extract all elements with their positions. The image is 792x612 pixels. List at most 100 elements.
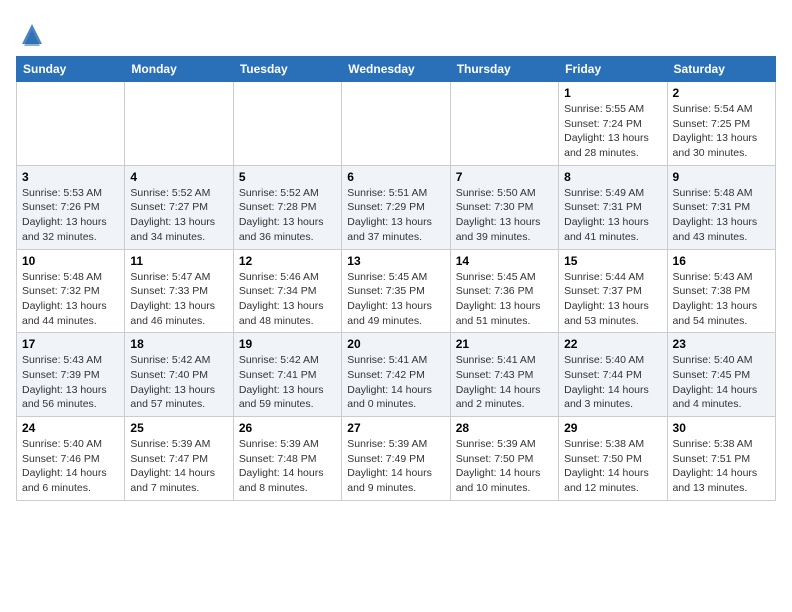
day-number: 29 — [564, 421, 661, 435]
calendar-cell: 22 Sunrise: 5:40 AMSunset: 7:44 PMDayligh… — [559, 333, 667, 417]
day-info: Sunrise: 5:48 AMSunset: 7:31 PMDaylight:… — [673, 186, 770, 245]
calendar-cell: 4 Sunrise: 5:52 AMSunset: 7:27 PMDaylight… — [125, 165, 233, 249]
day-info: Sunrise: 5:43 AMSunset: 7:39 PMDaylight:… — [22, 353, 119, 412]
day-number: 7 — [456, 170, 553, 184]
day-number: 28 — [456, 421, 553, 435]
day-number: 2 — [673, 86, 770, 100]
day-number: 27 — [347, 421, 444, 435]
day-header-wednesday: Wednesday — [342, 57, 450, 82]
day-number: 22 — [564, 337, 661, 351]
day-number: 30 — [673, 421, 770, 435]
day-header-sunday: Sunday — [17, 57, 125, 82]
day-number: 25 — [130, 421, 227, 435]
calendar-cell: 15 Sunrise: 5:44 AMSunset: 7:37 PMDayligh… — [559, 249, 667, 333]
calendar-cell: 21Sunrise: 5:41 AMSunset: 7:43 PMDayligh… — [450, 333, 558, 417]
day-info: Sunrise: 5:44 AMSunset: 7:37 PMDaylight:… — [564, 270, 661, 329]
day-info: Sunrise: 5:43 AMSunset: 7:38 PMDaylight:… — [673, 270, 770, 329]
calendar-cell: 2 Sunrise: 5:54 AMSunset: 7:25 PMDaylight… — [667, 82, 775, 166]
day-info: Sunrise: 5:51 AMSunset: 7:29 PMDaylight:… — [347, 186, 444, 245]
calendar-cell: 17 Sunrise: 5:43 AMSunset: 7:39 PMDayligh… — [17, 333, 125, 417]
calendar-cell: 26 Sunrise: 5:39 AMSunset: 7:48 PMDayligh… — [233, 417, 341, 501]
day-info: Sunrise: 5:42 AMSunset: 7:41 PMDaylight:… — [239, 353, 336, 412]
calendar-cell: 16 Sunrise: 5:43 AMSunset: 7:38 PMDayligh… — [667, 249, 775, 333]
calendar-cell: 13Sunrise: 5:45 AMSunset: 7:35 PMDayligh… — [342, 249, 450, 333]
calendar-cell: 30 Sunrise: 5:38 AMSunset: 7:51 PMDayligh… — [667, 417, 775, 501]
calendar-table: SundayMondayTuesdayWednesdayThursdayFrid… — [16, 56, 776, 501]
calendar-cell — [450, 82, 558, 166]
calendar-cell: 28 Sunrise: 5:39 AMSunset: 7:50 PMDayligh… — [450, 417, 558, 501]
day-info: Sunrise: 5:48 AMSunset: 7:32 PMDaylight:… — [22, 270, 119, 329]
day-number: 23 — [673, 337, 770, 351]
day-info: Sunrise: 5:54 AMSunset: 7:25 PMDaylight:… — [673, 102, 770, 161]
calendar-cell: 1 Sunrise: 5:55 AMSunset: 7:24 PMDaylight… — [559, 82, 667, 166]
day-info: Sunrise: 5:45 AMSunset: 7:36 PMDaylight:… — [456, 270, 553, 329]
day-number: 5 — [239, 170, 336, 184]
calendar-week-1: 1 Sunrise: 5:55 AMSunset: 7:24 PMDaylight… — [17, 82, 776, 166]
day-number: 8 — [564, 170, 661, 184]
calendar-cell: 11 Sunrise: 5:47 AMSunset: 7:33 PMDayligh… — [125, 249, 233, 333]
day-number: 14 — [456, 254, 553, 268]
calendar-cell: 7 Sunrise: 5:50 AMSunset: 7:30 PMDaylight… — [450, 165, 558, 249]
day-info: Sunrise: 5:53 AMSunset: 7:26 PMDaylight:… — [22, 186, 119, 245]
calendar-cell — [233, 82, 341, 166]
day-info: Sunrise: 5:52 AMSunset: 7:27 PMDaylight:… — [130, 186, 227, 245]
day-info: Sunrise: 5:49 AMSunset: 7:31 PMDaylight:… — [564, 186, 661, 245]
calendar-cell: 27 Sunrise: 5:39 AMSunset: 7:49 PMDayligh… — [342, 417, 450, 501]
day-number: 26 — [239, 421, 336, 435]
day-header-tuesday: Tuesday — [233, 57, 341, 82]
day-info: Sunrise: 5:39 AMSunset: 7:47 PMDaylight:… — [130, 437, 227, 496]
day-number: 20 — [347, 337, 444, 351]
day-info: Sunrise: 5:42 AMSunset: 7:40 PMDaylight:… — [130, 353, 227, 412]
day-info: Sunrise: 5:40 AMSunset: 7:45 PMDaylight:… — [673, 353, 770, 412]
calendar-cell: 6 Sunrise: 5:51 AMSunset: 7:29 PMDaylight… — [342, 165, 450, 249]
calendar-header-row: SundayMondayTuesdayWednesdayThursdayFrid… — [17, 57, 776, 82]
day-number: 10 — [22, 254, 119, 268]
day-number: 21 — [456, 337, 553, 351]
day-header-monday: Monday — [125, 57, 233, 82]
day-info: Sunrise: 5:38 AMSunset: 7:51 PMDaylight:… — [673, 437, 770, 496]
calendar-week-5: 24 Sunrise: 5:40 AMSunset: 7:46 PMDayligh… — [17, 417, 776, 501]
day-info: Sunrise: 5:55 AMSunset: 7:24 PMDaylight:… — [564, 102, 661, 161]
day-info: Sunrise: 5:39 AMSunset: 7:49 PMDaylight:… — [347, 437, 444, 496]
calendar-cell: 9 Sunrise: 5:48 AMSunset: 7:31 PMDaylight… — [667, 165, 775, 249]
calendar-week-4: 17 Sunrise: 5:43 AMSunset: 7:39 PMDayligh… — [17, 333, 776, 417]
calendar-cell: 18 Sunrise: 5:42 AMSunset: 7:40 PMDayligh… — [125, 333, 233, 417]
day-number: 24 — [22, 421, 119, 435]
calendar-cell: 5 Sunrise: 5:52 AMSunset: 7:28 PMDaylight… — [233, 165, 341, 249]
day-info: Sunrise: 5:52 AMSunset: 7:28 PMDaylight:… — [239, 186, 336, 245]
calendar-cell — [17, 82, 125, 166]
day-number: 18 — [130, 337, 227, 351]
calendar-cell: 3 Sunrise: 5:53 AMSunset: 7:26 PMDaylight… — [17, 165, 125, 249]
day-info: Sunrise: 5:50 AMSunset: 7:30 PMDaylight:… — [456, 186, 553, 245]
day-number: 17 — [22, 337, 119, 351]
calendar-cell: 24 Sunrise: 5:40 AMSunset: 7:46 PMDayligh… — [17, 417, 125, 501]
day-number: 1 — [564, 86, 661, 100]
day-header-friday: Friday — [559, 57, 667, 82]
day-number: 6 — [347, 170, 444, 184]
calendar-cell: 12Sunrise: 5:46 AMSunset: 7:34 PMDayligh… — [233, 249, 341, 333]
day-number: 9 — [673, 170, 770, 184]
day-header-thursday: Thursday — [450, 57, 558, 82]
day-number: 11 — [130, 254, 227, 268]
day-header-saturday: Saturday — [667, 57, 775, 82]
day-number: 15 — [564, 254, 661, 268]
calendar-cell: 19 Sunrise: 5:42 AMSunset: 7:41 PMDayligh… — [233, 333, 341, 417]
day-number: 3 — [22, 170, 119, 184]
calendar-cell: 8 Sunrise: 5:49 AMSunset: 7:31 PMDaylight… — [559, 165, 667, 249]
day-number: 4 — [130, 170, 227, 184]
day-info: Sunrise: 5:38 AMSunset: 7:50 PMDaylight:… — [564, 437, 661, 496]
day-info: Sunrise: 5:40 AMSunset: 7:44 PMDaylight:… — [564, 353, 661, 412]
day-info: Sunrise: 5:39 AMSunset: 7:50 PMDaylight:… — [456, 437, 553, 496]
day-info: Sunrise: 5:47 AMSunset: 7:33 PMDaylight:… — [130, 270, 227, 329]
logo — [16, 20, 46, 48]
page-header — [16, 16, 776, 48]
calendar-cell: 20 Sunrise: 5:41 AMSunset: 7:42 PMDayligh… — [342, 333, 450, 417]
calendar-cell: 25 Sunrise: 5:39 AMSunset: 7:47 PMDayligh… — [125, 417, 233, 501]
day-number: 16 — [673, 254, 770, 268]
day-number: 19 — [239, 337, 336, 351]
calendar-cell — [342, 82, 450, 166]
day-info: Sunrise: 5:41 AMSunset: 7:42 PMDaylight:… — [347, 353, 444, 412]
calendar-cell: 14 Sunrise: 5:45 AMSunset: 7:36 PMDayligh… — [450, 249, 558, 333]
day-info: Sunrise: 5:40 AMSunset: 7:46 PMDaylight:… — [22, 437, 119, 496]
day-info: Sunrise: 5:39 AMSunset: 7:48 PMDaylight:… — [239, 437, 336, 496]
